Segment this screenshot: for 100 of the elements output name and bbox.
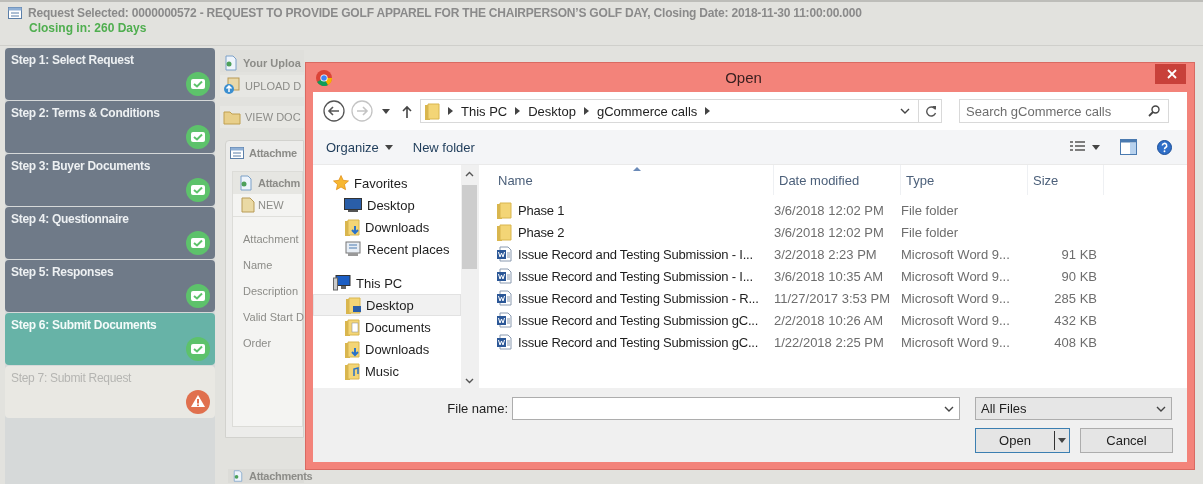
word-document-icon [496, 268, 512, 284]
file-date: 3/6/2018 12:02 PM [774, 202, 885, 218]
caret-icon [1058, 438, 1066, 443]
folder-icon [223, 109, 241, 125]
scroll-thumb[interactable] [462, 185, 477, 269]
file-date: 1/22/2018 2:25 PM [774, 334, 885, 350]
nav-item[interactable]: Music [313, 360, 461, 382]
file-type: File folder [901, 202, 960, 218]
form-icon [8, 7, 22, 19]
organize-button[interactable]: Organize [323, 137, 396, 157]
file-name-field[interactable] [512, 397, 960, 420]
file-type-dropdown[interactable]: All Files [975, 397, 1172, 420]
field-label: Description [243, 285, 300, 298]
scrollbar[interactable] [461, 165, 478, 388]
request-title: Request Selected: 0000000572 - REQUEST TO PROVIDE GOLF APPAREL FOR THE CHAIRPERSON’S GOLF DAY, Closing Date: 2018-11-30 11:00:00.000 [28, 6, 862, 20]
chevron-icon [448, 107, 453, 115]
column-header[interactable]: Name [493, 165, 774, 195]
field-label: Valid Start D [243, 311, 302, 324]
file-type: Microsoft Word 9... [901, 268, 1011, 284]
step-item[interactable]: Step 2: Terms & Conditions [5, 101, 215, 153]
chevron-down-icon [944, 405, 954, 412]
file-row[interactable]: Phase 1 3/6/2018 12:02 PM File folder [493, 199, 1187, 221]
documents-folder-icon [344, 318, 360, 336]
caret-icon [382, 108, 390, 114]
help-icon [1157, 139, 1172, 155]
step-item[interactable]: Step 1: Select Request [5, 48, 215, 100]
file-type: Microsoft Word 9... [901, 334, 1011, 350]
chevron-icon [705, 107, 711, 115]
file-size: 408 KB [1054, 334, 1097, 350]
panel-title: Attachme [249, 147, 297, 159]
step-item[interactable]: Step 5: Responses [5, 260, 215, 312]
file-name: Phase 1 [518, 202, 565, 218]
preview-pane-button[interactable] [1117, 137, 1140, 157]
breadcrumb[interactable]: This PC [461, 103, 508, 119]
file-row[interactable]: Issue Record and Testing Submission - R... 11/27/2017 3:53 PM Microsoft Word 9... 285 KB [493, 287, 1187, 309]
file-row[interactable]: Issue Record and Testing Submission gC... 2/2/2018 10:26 AM Microsoft Word 9... 432 KB [493, 309, 1187, 331]
nav-item[interactable]: Desktop [313, 194, 461, 216]
upload-icon [223, 77, 241, 95]
section-title: Attachments [249, 470, 313, 482]
downloads-folder-icon [344, 218, 360, 236]
column-header[interactable]: Date modified [774, 165, 901, 195]
folder-icon [424, 102, 440, 120]
new-folder-button[interactable]: New folder [409, 137, 478, 157]
nav-item[interactable]: This PC [313, 272, 461, 294]
document-icon [232, 470, 244, 482]
document-icon [223, 55, 239, 71]
nav-item[interactable]: Desktop [313, 294, 461, 316]
check-icon [186, 337, 210, 361]
file-row[interactable]: Issue Record and Testing Submission - I... 3/2/2018 2:23 PM Microsoft Word 9... 91 KB [493, 243, 1187, 265]
section-title: Your Uploa [243, 57, 301, 69]
chevron-icon [583, 107, 589, 115]
file-row[interactable]: Issue Record and Testing Submission - I... 3/6/2018 10:35 AM Microsoft Word 9... 90 KB [493, 265, 1187, 287]
step-item[interactable]: Step 3: Buyer Documents [5, 154, 215, 206]
star-icon [333, 175, 349, 191]
file-size: 91 KB [1061, 246, 1097, 262]
help-button[interactable] [1154, 137, 1175, 157]
open-button[interactable]: Open [975, 428, 1070, 453]
file-row[interactable]: Issue Record and Testing Submission gC... 1/22/2018 2:25 PM Microsoft Word 9... 408 KB [493, 331, 1187, 353]
document-icon [241, 197, 255, 213]
step-label: Step 2: Terms & Conditions [11, 106, 161, 120]
file-date: 3/6/2018 10:35 AM [774, 268, 885, 284]
file-name: Issue Record and Testing Submission - I... [518, 268, 753, 284]
nav-item[interactable]: Documents [313, 316, 461, 338]
word-document-icon [496, 290, 512, 306]
back-button[interactable] [322, 99, 346, 123]
recent-places-icon [344, 241, 362, 257]
file-name: Issue Record and Testing Submission - I... [518, 246, 753, 262]
column-header[interactable]: Size [1028, 165, 1104, 195]
step-label: Step 4: Questionnaire [11, 212, 130, 226]
step-label: Step 3: Buyer Documents [11, 159, 152, 173]
file-type: Microsoft Word 9... [901, 290, 1011, 306]
breadcrumb[interactable]: Desktop [528, 103, 576, 119]
column-header[interactable]: Type [901, 165, 1028, 195]
cancel-button[interactable]: Cancel [1080, 428, 1173, 453]
close-icon [1167, 68, 1177, 79]
nav-item[interactable]: Favorites [313, 172, 461, 194]
scroll-up-icon [465, 171, 474, 177]
nav-item[interactable]: Recent places [313, 238, 461, 260]
nav-item[interactable]: Downloads [313, 338, 461, 360]
file-row[interactable]: Phase 2 3/6/2018 12:02 PM File folder [493, 221, 1187, 243]
search-field[interactable]: Search gCommerce calls [959, 99, 1169, 123]
chevron-down-icon [900, 108, 910, 114]
field-label: Name [243, 259, 274, 272]
monitor-icon [344, 198, 362, 212]
file-name: Issue Record and Testing Submission - R... [518, 290, 759, 306]
round-logo-icon [316, 69, 332, 86]
breadcrumb[interactable]: gCommerce calls [596, 103, 698, 119]
check-icon [186, 72, 210, 96]
caret-icon [384, 144, 393, 150]
sort-arrow-icon [633, 167, 641, 171]
step-item[interactable]: Step 4: Questionnaire [5, 207, 215, 259]
close-button[interactable] [1155, 63, 1186, 84]
address-bar[interactable]: This PC Desktop gCommerce calls [420, 99, 942, 123]
folder-icon [496, 201, 512, 219]
field-label: Order [243, 337, 273, 350]
search-icon [1148, 105, 1160, 117]
nav-item[interactable]: Downloads [313, 216, 461, 238]
up-arrow-icon [402, 104, 412, 118]
subpanel-title: Attachm [258, 177, 300, 189]
file-date: 2/2/2018 10:26 AM [774, 312, 885, 328]
